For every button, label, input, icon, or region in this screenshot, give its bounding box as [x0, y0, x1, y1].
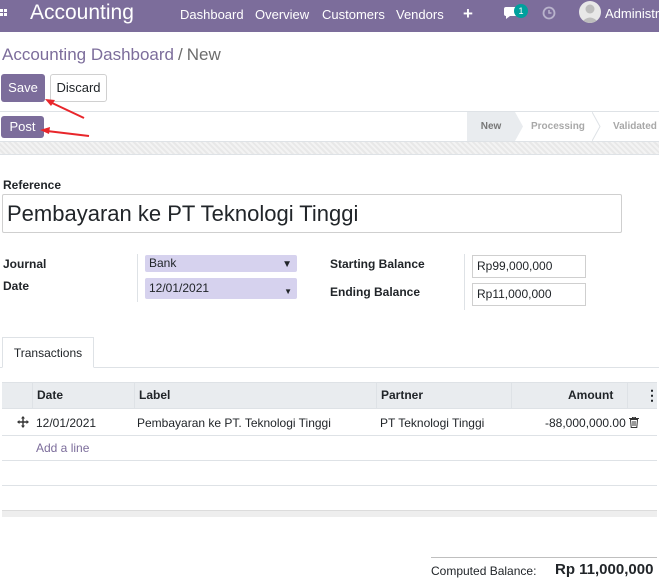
reference-input[interactable]: Pembayaran ke PT Teknologi Tinggi: [2, 194, 622, 233]
stage-chevron-icon: [515, 112, 523, 141]
menu-dashboard[interactable]: Dashboard: [180, 7, 244, 22]
caret-down-icon: ▼: [284, 287, 292, 296]
chat-count-badge: 1: [514, 4, 528, 18]
breadcrumb-current: New: [186, 45, 221, 64]
column-divider: [32, 382, 33, 409]
column-partner[interactable]: Partner: [381, 382, 423, 409]
stage-processing[interactable]: Processing: [531, 112, 585, 141]
journal-label: Journal: [3, 257, 47, 271]
journal-select[interactable]: Bank ▼: [145, 255, 297, 272]
clock-icon[interactable]: [542, 6, 556, 20]
computed-balance-label: Computed Balance:: [431, 564, 537, 578]
stage-validated[interactable]: Validated: [613, 112, 657, 141]
optional-columns-icon[interactable]: ⋮: [645, 382, 659, 409]
date-label: Date: [3, 279, 30, 293]
computed-balance-value: Rp 11,000,000: [555, 561, 654, 578]
column-label[interactable]: Label: [139, 382, 170, 409]
starting-balance-input[interactable]: Rp99,000,000: [472, 255, 586, 278]
plus-icon[interactable]: +: [463, 4, 473, 24]
breadcrumb: Accounting Dashboard / New: [2, 45, 221, 65]
field-divider: [464, 254, 465, 310]
menu-customers[interactable]: Customers: [322, 7, 385, 22]
tabs-border: [0, 367, 659, 368]
date-picker[interactable]: 12/01/2021 ▼: [145, 278, 297, 299]
row-date[interactable]: 12/01/2021: [36, 416, 96, 430]
date-value: 12/01/2021: [149, 281, 210, 295]
save-button[interactable]: Save: [1, 74, 45, 102]
row-label[interactable]: Pembayaran ke PT. Teknologi Tinggi: [137, 416, 331, 430]
column-divider: [376, 382, 377, 409]
add-line-link[interactable]: Add a line: [36, 441, 89, 455]
row-divider: [2, 485, 657, 486]
column-divider: [627, 382, 628, 409]
user-name[interactable]: Administra: [605, 6, 659, 21]
stage-chevron-icon: [592, 112, 601, 141]
ending-balance-input[interactable]: Rp11,000,000: [472, 283, 586, 306]
avatar[interactable]: [579, 1, 601, 23]
summary-divider: [431, 557, 657, 558]
row-amount[interactable]: -88,000,000.00: [545, 416, 626, 430]
row-divider: [2, 435, 657, 436]
discard-button[interactable]: Discard: [50, 74, 107, 102]
chevron-down-icon: ▼: [282, 259, 292, 270]
tab-transactions[interactable]: Transactions: [2, 337, 94, 368]
sheet-background: [0, 142, 659, 155]
breadcrumb-separator: /: [178, 45, 183, 64]
table-header: [2, 382, 657, 409]
column-date[interactable]: Date: [37, 382, 63, 409]
row-partner[interactable]: PT Teknologi Tinggi: [380, 416, 484, 430]
reference-label: Reference: [3, 178, 62, 192]
apps-menu-icon[interactable]: [0, 9, 8, 17]
drag-handle-icon[interactable]: [17, 416, 29, 428]
top-navbar: Accounting Dashboard Overview Customers …: [0, 0, 659, 32]
menu-overview[interactable]: Overview: [255, 7, 309, 22]
column-amount[interactable]: Amount: [568, 382, 613, 409]
app-title: Accounting: [30, 1, 134, 24]
stage-new: New: [467, 112, 515, 141]
column-divider: [511, 382, 512, 409]
trash-icon[interactable]: [629, 417, 639, 428]
menu-vendors[interactable]: Vendors: [396, 7, 444, 22]
breadcrumb-parent[interactable]: Accounting Dashboard: [2, 45, 174, 64]
post-button[interactable]: Post: [1, 116, 44, 138]
starting-balance-label: Starting Balance: [330, 257, 425, 271]
row-divider: [2, 460, 657, 461]
field-divider: [137, 254, 138, 302]
journal-value: Bank: [149, 256, 177, 270]
column-divider: [134, 382, 135, 409]
horizontal-scrollbar[interactable]: [2, 510, 657, 517]
user-silhouette-icon: [581, 4, 599, 23]
ending-balance-label: Ending Balance: [330, 285, 421, 299]
